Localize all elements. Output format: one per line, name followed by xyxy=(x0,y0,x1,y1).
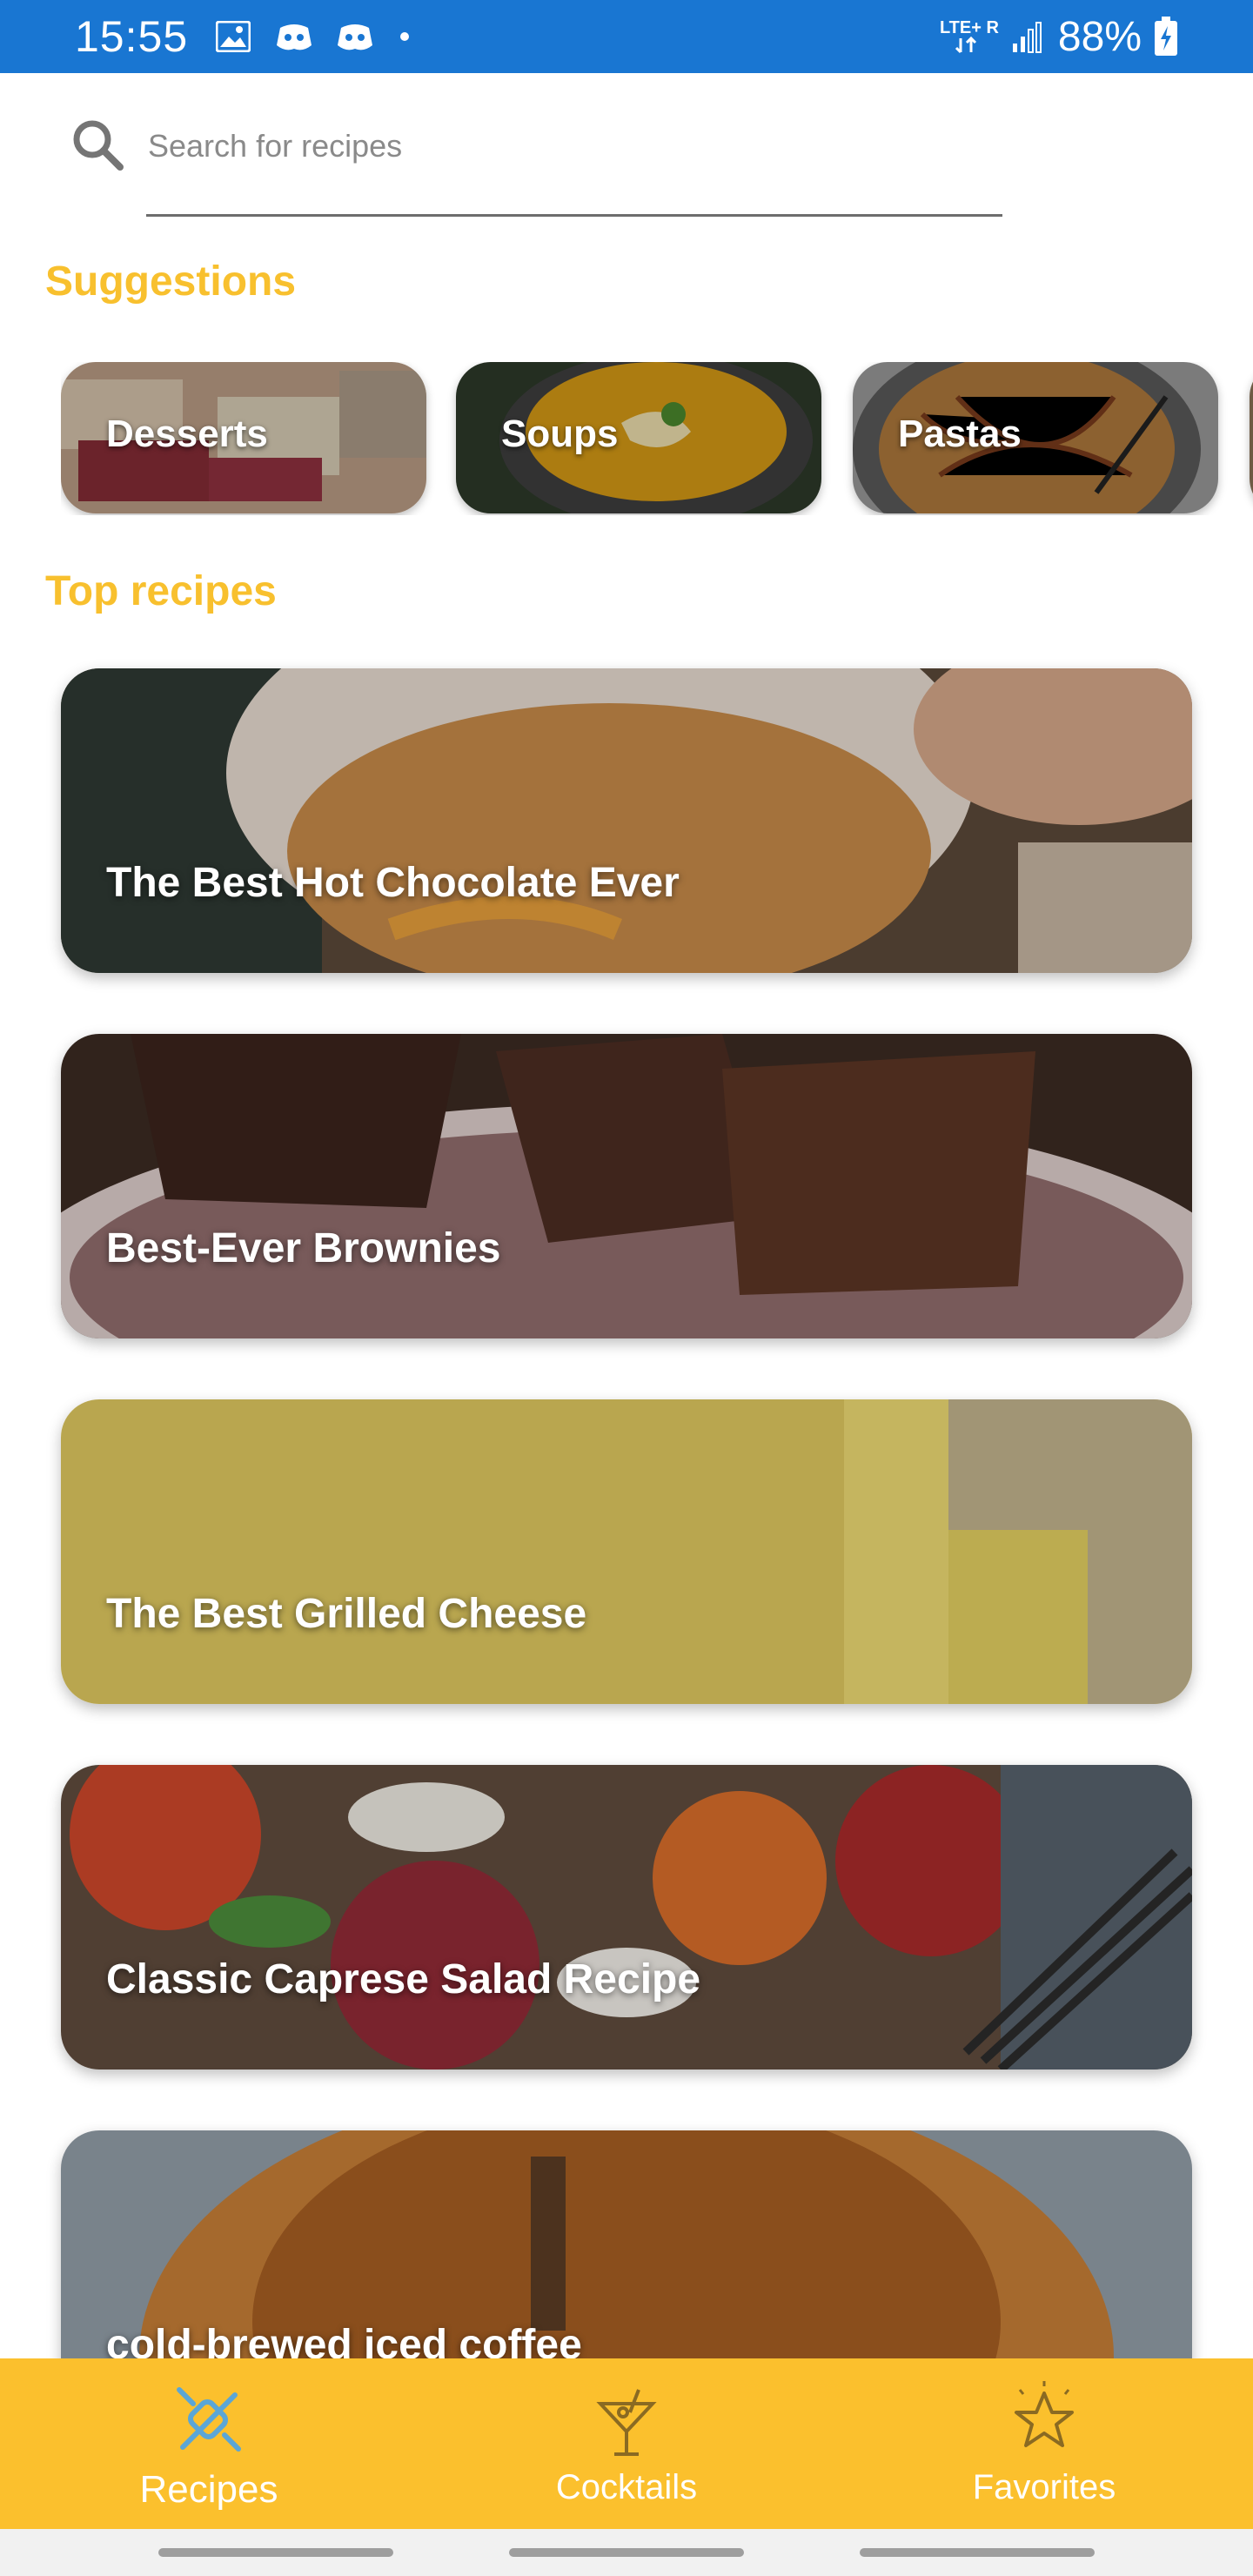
gallery-icon xyxy=(214,19,252,54)
network-type: LTE+ R xyxy=(939,18,999,37)
suggestions-title: Suggestions xyxy=(45,258,297,305)
recipe-card[interactable]: Classic Caprese Salad Recipe xyxy=(61,1765,1192,2070)
battery-charging-icon xyxy=(1155,17,1177,56)
back-button[interactable] xyxy=(860,2548,1095,2557)
recent-apps-button[interactable] xyxy=(158,2548,393,2557)
recipe-card[interactable]: The Best Hot Chocolate Ever xyxy=(61,668,1192,973)
search-icon[interactable] xyxy=(66,113,129,176)
bottom-navigation: Recipes Cocktails Favorites xyxy=(0,2358,1253,2529)
notification-icons xyxy=(214,19,410,54)
suggestion-label: Desserts xyxy=(106,413,268,455)
status-time: 15:55 xyxy=(75,12,189,61)
star-icon xyxy=(1015,2381,1074,2447)
recipe-title: The Best Grilled Cheese xyxy=(106,1591,587,1637)
nav-cocktails[interactable]: Cocktails xyxy=(418,2358,835,2529)
nav-favorites[interactable]: Favorites xyxy=(835,2358,1253,2529)
recipe-title: The Best Hot Chocolate Ever xyxy=(106,860,680,906)
hot-chocolate-image xyxy=(61,668,1192,973)
suggestion-label: Pastas xyxy=(898,413,1022,455)
search-underline xyxy=(146,214,1002,217)
discord-icon xyxy=(275,19,313,54)
suggestion-label: Soups xyxy=(501,413,619,455)
status-bar: 15:55 LTE+ R 88% xyxy=(0,0,1253,73)
nav-recipes[interactable]: Recipes xyxy=(0,2358,418,2529)
brownies-image xyxy=(61,1034,1192,1338)
discord-icon xyxy=(336,19,374,54)
nav-label: Recipes xyxy=(139,2468,278,2511)
recipe-title: Best-Ever Brownies xyxy=(106,1225,501,1271)
top-recipes-title: Top recipes xyxy=(45,568,277,614)
nav-label: Favorites xyxy=(972,2468,1116,2506)
nav-label: Cocktails xyxy=(555,2468,698,2506)
battery-percent: 88% xyxy=(1057,13,1142,60)
cocktail-icon xyxy=(596,2389,657,2456)
system-navigation-bar xyxy=(0,2529,1253,2576)
more-suggestion-image xyxy=(1250,362,1253,513)
suggestion-chip-more[interactable] xyxy=(1250,362,1253,513)
rolling-pin-icon xyxy=(177,2387,241,2452)
signal-icon xyxy=(1012,22,1042,53)
search-input[interactable] xyxy=(146,118,929,174)
network-indicator: LTE+ R xyxy=(940,19,999,54)
suggestions-carousel[interactable]: Desserts Soups Pastas xyxy=(61,362,1253,515)
data-arrows-icon xyxy=(955,37,976,54)
home-button[interactable] xyxy=(509,2548,744,2557)
recipe-card[interactable]: Best-Ever Brownies xyxy=(61,1034,1192,1338)
recipe-card[interactable]: The Best Grilled Cheese xyxy=(61,1399,1192,1704)
status-right: LTE+ R 88% xyxy=(940,13,1178,61)
grilled-cheese-image xyxy=(61,1399,1192,1704)
recipe-title: Classic Caprese Salad Recipe xyxy=(106,1956,701,2002)
suggestion-chip-pastas[interactable]: Pastas xyxy=(853,362,1218,513)
more-notifications-dot xyxy=(400,32,410,41)
search-bar xyxy=(52,104,1002,217)
suggestion-chip-soups[interactable]: Soups xyxy=(456,362,821,513)
caprese-salad-image xyxy=(61,1765,1192,2070)
suggestion-chip-desserts[interactable]: Desserts xyxy=(61,362,426,513)
